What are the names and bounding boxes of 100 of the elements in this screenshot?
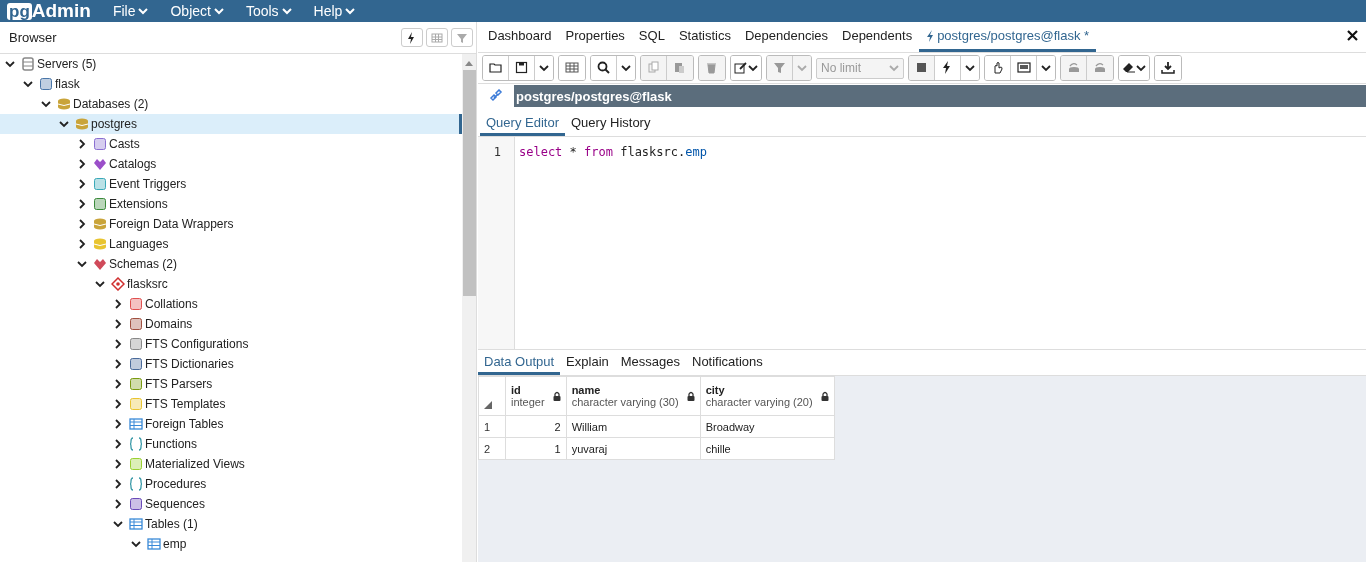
tree-item[interactable]: Languages (0, 234, 462, 254)
node-icon (129, 357, 143, 371)
tree-item[interactable]: Collations (0, 294, 462, 314)
save-icon (514, 61, 529, 75)
tree-item[interactable]: FTS Parsers (0, 374, 462, 394)
filter-icon (772, 61, 787, 75)
node-icon (93, 237, 107, 251)
table-cell: William (566, 415, 701, 438)
database-icon (1066, 61, 1081, 75)
lock-icon (552, 391, 561, 401)
node-icon (93, 137, 107, 151)
tab[interactable]: SQL (631, 22, 672, 52)
tab[interactable]: Messages (614, 350, 686, 375)
tree-item[interactable]: Functions (0, 434, 462, 454)
toolbar-button[interactable] (1155, 56, 1181, 80)
caret-icon (797, 63, 807, 73)
tab[interactable]: Notifications (686, 350, 769, 375)
download-icon (1161, 61, 1175, 75)
node-icon (129, 477, 143, 491)
tree-item[interactable]: Foreign Data Wrappers (0, 214, 462, 234)
line-number: 1 (492, 145, 502, 161)
arrow-icon[interactable] (464, 59, 474, 67)
lock-icon (686, 391, 695, 401)
tree-item[interactable]: Materialized Views (0, 454, 462, 474)
tab[interactable]: Statistics (671, 22, 738, 52)
tree-item[interactable]: Sequences (0, 494, 462, 514)
menu-item[interactable]: File (112, 3, 149, 19)
column-header[interactable]: name character varying (30) (566, 376, 701, 416)
node-icon (129, 397, 143, 411)
table-cell: chille (700, 437, 835, 460)
menu-item[interactable]: Tools (245, 3, 292, 19)
caret-icon (1136, 63, 1146, 73)
tree-item[interactable]: Event Triggers (0, 174, 462, 194)
close-icon (1347, 30, 1358, 41)
tree-item[interactable]: flask (0, 74, 462, 94)
toolbar-button[interactable] (1119, 56, 1149, 80)
node-icon (129, 417, 143, 431)
node-icon (93, 197, 107, 211)
node-icon (93, 157, 107, 171)
toolbar-button[interactable] (909, 56, 935, 80)
row-number: 2 (478, 437, 506, 460)
caret-icon (539, 63, 549, 73)
caret-icon (889, 63, 899, 73)
tree-item[interactable]: Extensions (0, 194, 462, 214)
tab[interactable]: Dependencies (737, 22, 835, 52)
tab[interactable]: Dependents (835, 22, 920, 52)
tree-item[interactable]: Databases (2) (0, 94, 462, 114)
grid-icon (431, 31, 443, 44)
node-icon (21, 57, 35, 71)
tab[interactable]: Explain (560, 350, 615, 375)
tab[interactable]: Properties (558, 22, 632, 52)
menu-item[interactable]: Object (170, 3, 224, 19)
caret-icon (138, 6, 149, 16)
node-icon (129, 297, 143, 311)
search-icon (596, 61, 611, 75)
paste-icon (673, 61, 687, 75)
tree-item[interactable]: FTS Configurations (0, 334, 462, 354)
menu-item[interactable]: Help (313, 3, 356, 19)
grid-icon (565, 61, 579, 75)
column-header[interactable]: id integer (505, 376, 567, 416)
code-line: select * from flasksrc.emp (519, 145, 707, 161)
tree-item[interactable]: FTS Dictionaries (0, 354, 462, 374)
tree-item[interactable]: Procedures (0, 474, 462, 494)
tree-item[interactable]: Casts (0, 134, 462, 154)
tree-item[interactable]: Servers (5) (0, 54, 462, 74)
trash-icon (705, 61, 719, 75)
filter-icon (456, 31, 468, 44)
eraser-icon (1122, 61, 1136, 75)
table-cell: 1 (505, 437, 567, 460)
tree-item[interactable]: flasksrc (0, 274, 462, 294)
tree-item[interactable]: FTS Templates (0, 394, 462, 414)
node-icon (93, 177, 107, 191)
folder-icon (488, 61, 503, 75)
tree-item[interactable]: Tables (1) (0, 514, 462, 534)
tree-item[interactable]: Schemas (2) (0, 254, 462, 274)
tree-item[interactable]: postgres (0, 114, 462, 134)
link-icon (489, 89, 503, 103)
toolbar-button[interactable] (591, 56, 617, 80)
scrollbar[interactable] (462, 54, 476, 562)
database-icon (1093, 61, 1107, 75)
node-icon (129, 437, 143, 451)
edit-icon (734, 61, 748, 75)
lock-icon (820, 391, 829, 401)
copy-icon (646, 61, 661, 75)
tab[interactable]: Query History (565, 111, 657, 136)
tree-item[interactable]: Foreign Tables (0, 414, 462, 434)
tab[interactable]: Dashboard (481, 22, 559, 52)
stop-icon (914, 61, 929, 75)
toolbar-button[interactable] (401, 28, 423, 47)
database-icon (75, 117, 89, 131)
tree-item[interactable]: Catalogs (0, 154, 462, 174)
tree-item[interactable]: emp (0, 534, 462, 554)
corner-icon (484, 401, 492, 409)
connection-label: postgres/postgres@flask (514, 85, 1366, 107)
app-logo: pgAdmin (7, 0, 91, 22)
column-header[interactable]: city character varying (20) (700, 376, 835, 416)
tree-item[interactable]: Domains (0, 314, 462, 334)
toolbar-button[interactable] (731, 56, 761, 80)
node-icon (129, 497, 143, 511)
caret-icon (748, 63, 758, 73)
